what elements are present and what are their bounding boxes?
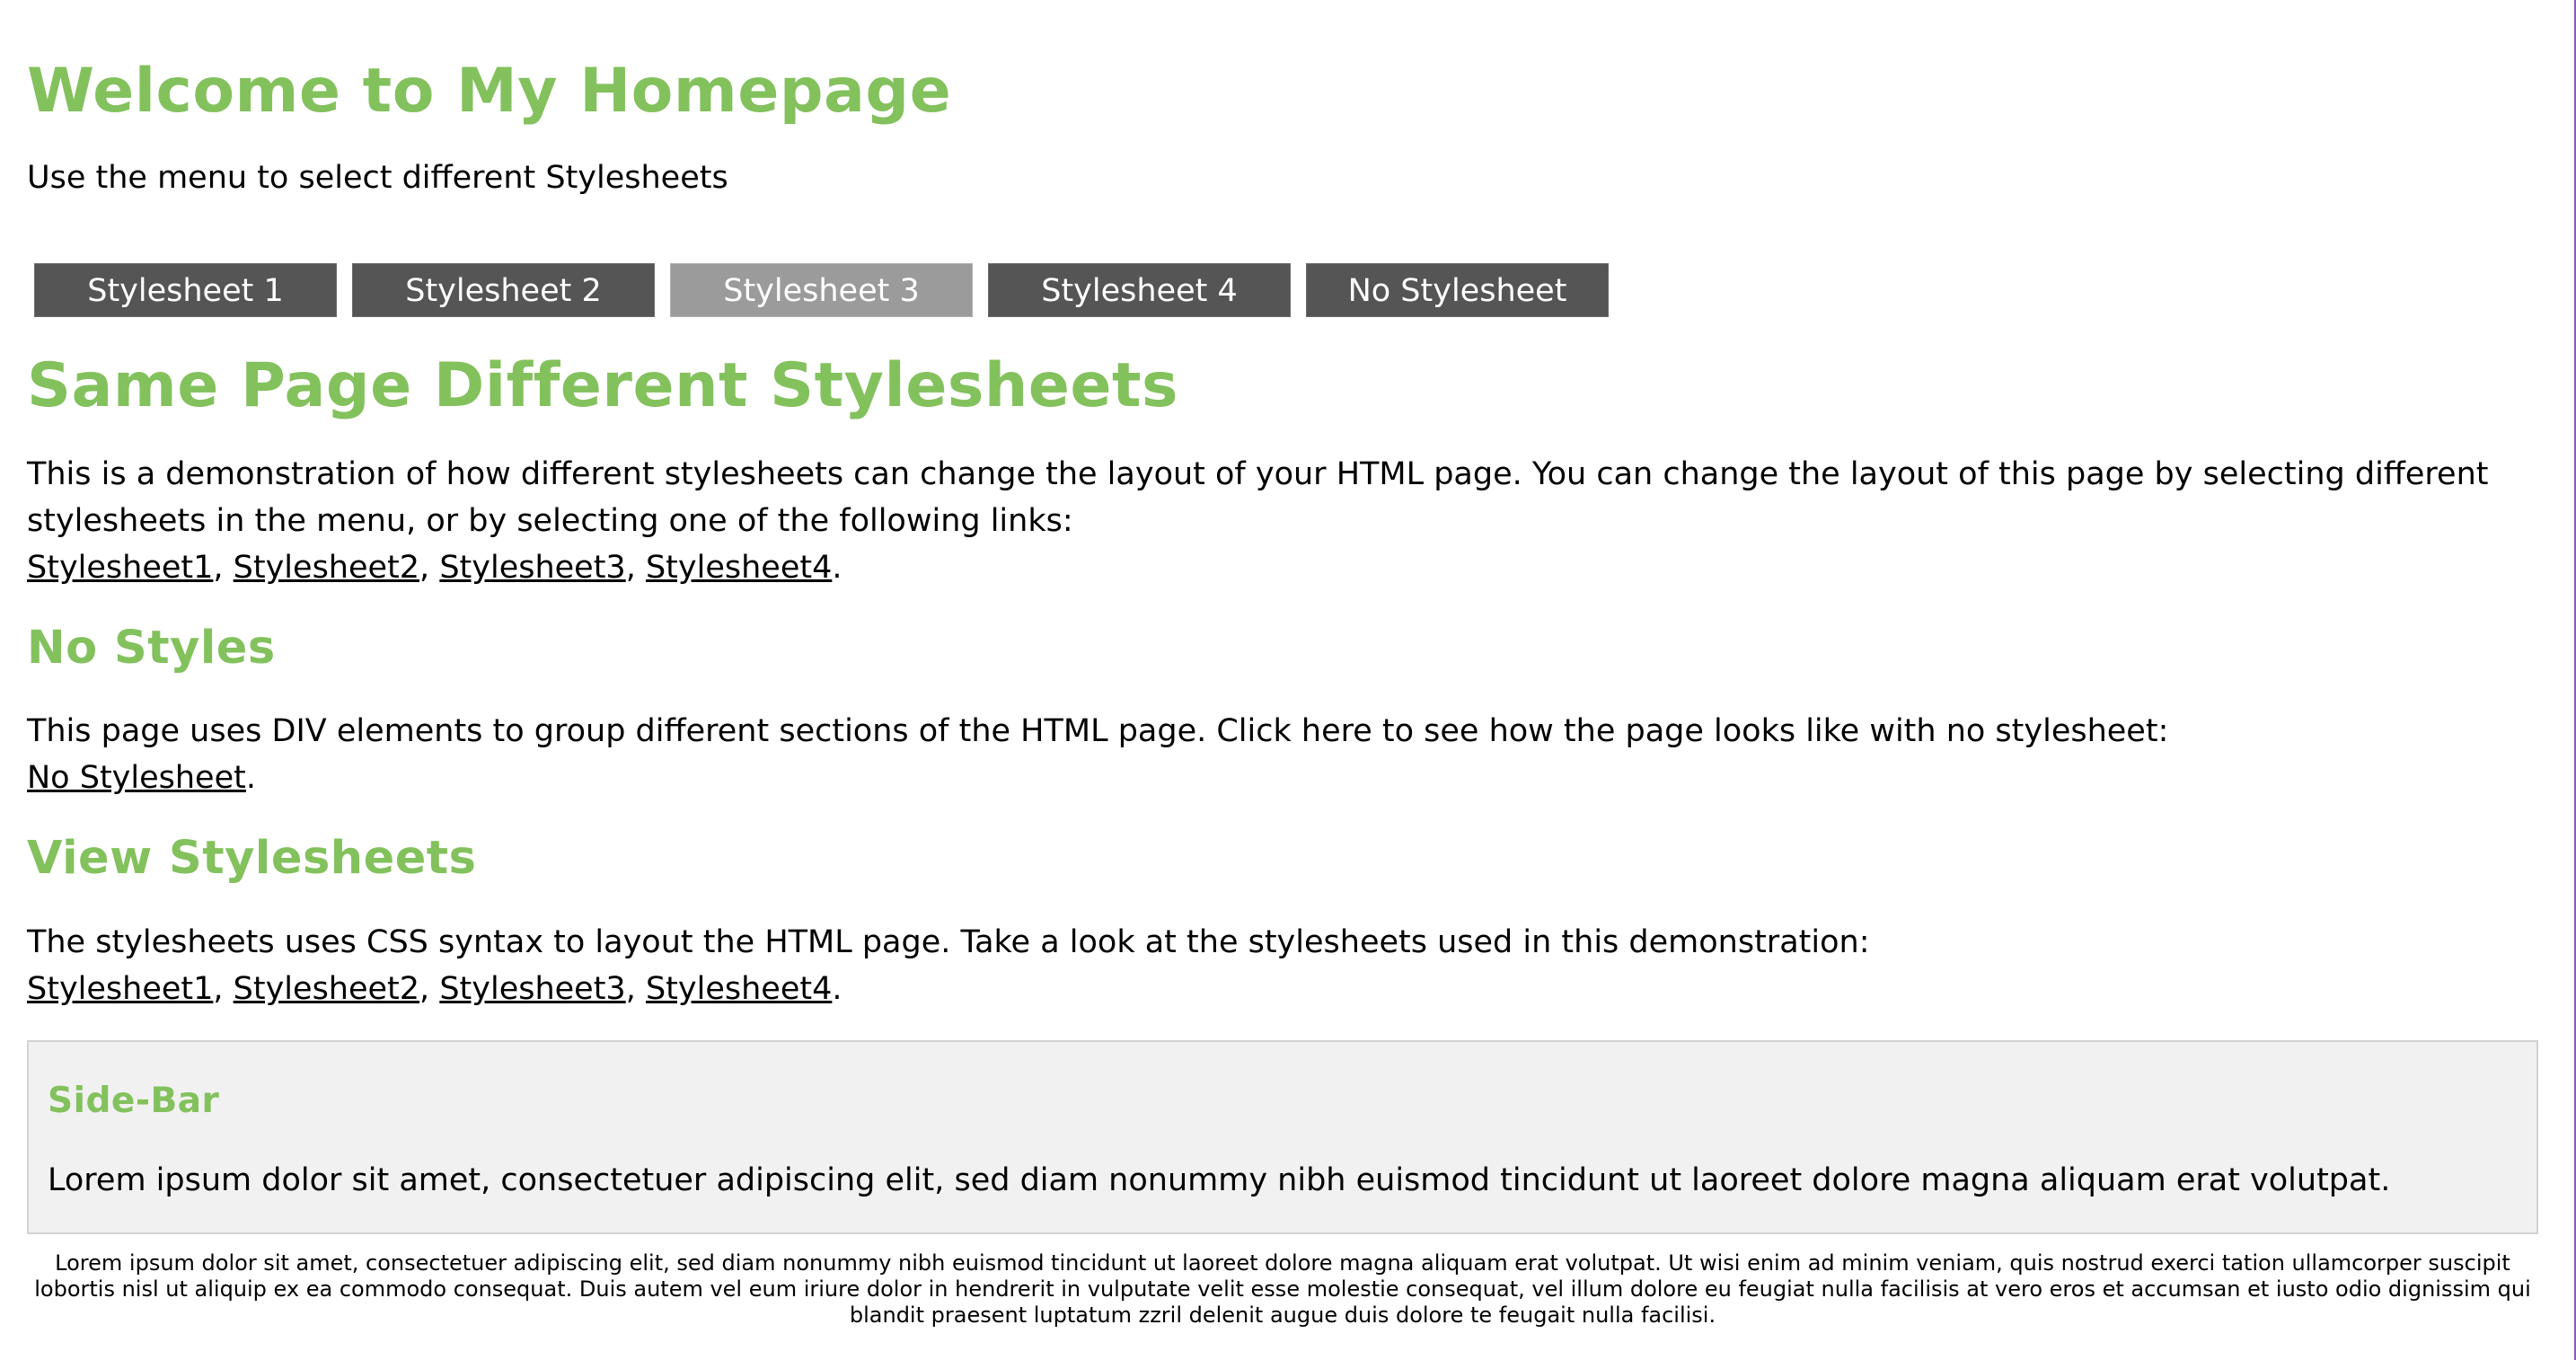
menu-item-stylesheet-4[interactable]: Stylesheet 4 [988, 263, 1291, 317]
link-no-stylesheet[interactable]: No Stylesheet [27, 760, 246, 796]
menu-item-stylesheet-3[interactable]: Stylesheet 3 [670, 263, 973, 317]
view-link-stylesheet1[interactable]: Stylesheet1 [27, 971, 213, 1007]
page-title: Welcome to My Homepage [27, 56, 952, 127]
menu-item-stylesheet-2[interactable]: Stylesheet 2 [352, 263, 655, 317]
intro-text: This is a demonstration of how different… [27, 456, 2489, 539]
link-stylesheet3[interactable]: Stylesheet3 [439, 550, 625, 586]
link-stylesheet4[interactable]: Stylesheet4 [646, 550, 832, 586]
page-subtitle: Use the menu to select different Stylesh… [27, 160, 728, 196]
menu-item-stylesheet-1[interactable]: Stylesheet 1 [34, 263, 337, 317]
view-stylesheets-title: View Stylesheets [27, 832, 477, 885]
view-link-stylesheet2[interactable]: Stylesheet2 [234, 971, 419, 1007]
no-styles-paragraph: This page uses DIV elements to group dif… [27, 713, 2169, 796]
page: Welcome to My Homepage Use the menu to s… [27, 0, 2538, 1360]
view-stylesheets-paragraph: The stylesheets uses CSS syntax to layou… [27, 924, 1870, 1007]
view-link-stylesheet3[interactable]: Stylesheet3 [439, 971, 625, 1007]
link-stylesheet2[interactable]: Stylesheet2 [234, 550, 419, 586]
link-stylesheet1[interactable]: Stylesheet1 [27, 550, 213, 586]
no-styles-text: This page uses DIV elements to group dif… [27, 713, 2169, 749]
view-stylesheets-text: The stylesheets uses CSS syntax to layou… [27, 924, 1870, 960]
menu-item-no-stylesheet[interactable]: No Stylesheet [1306, 263, 1609, 317]
main-section-title: Same Page Different Stylesheets [27, 350, 1178, 421]
side-bar-title: Side-Bar [48, 1081, 220, 1121]
view-link-stylesheet4[interactable]: Stylesheet4 [646, 971, 832, 1007]
no-styles-title: No Styles [27, 622, 276, 675]
intro-paragraph: This is a demonstration of how different… [27, 456, 2489, 586]
side-bar: Side-Bar Lorem ipsum dolor sit amet, con… [27, 1040, 2538, 1234]
footer-text: Lorem ipsum dolor sit amet, consectetuer… [34, 1250, 2531, 1328]
stylesheet-menu: Stylesheet 1 Stylesheet 2 Stylesheet 3 S… [34, 263, 1609, 317]
side-bar-text: Lorem ipsum dolor sit amet, consectetuer… [48, 1162, 2391, 1198]
